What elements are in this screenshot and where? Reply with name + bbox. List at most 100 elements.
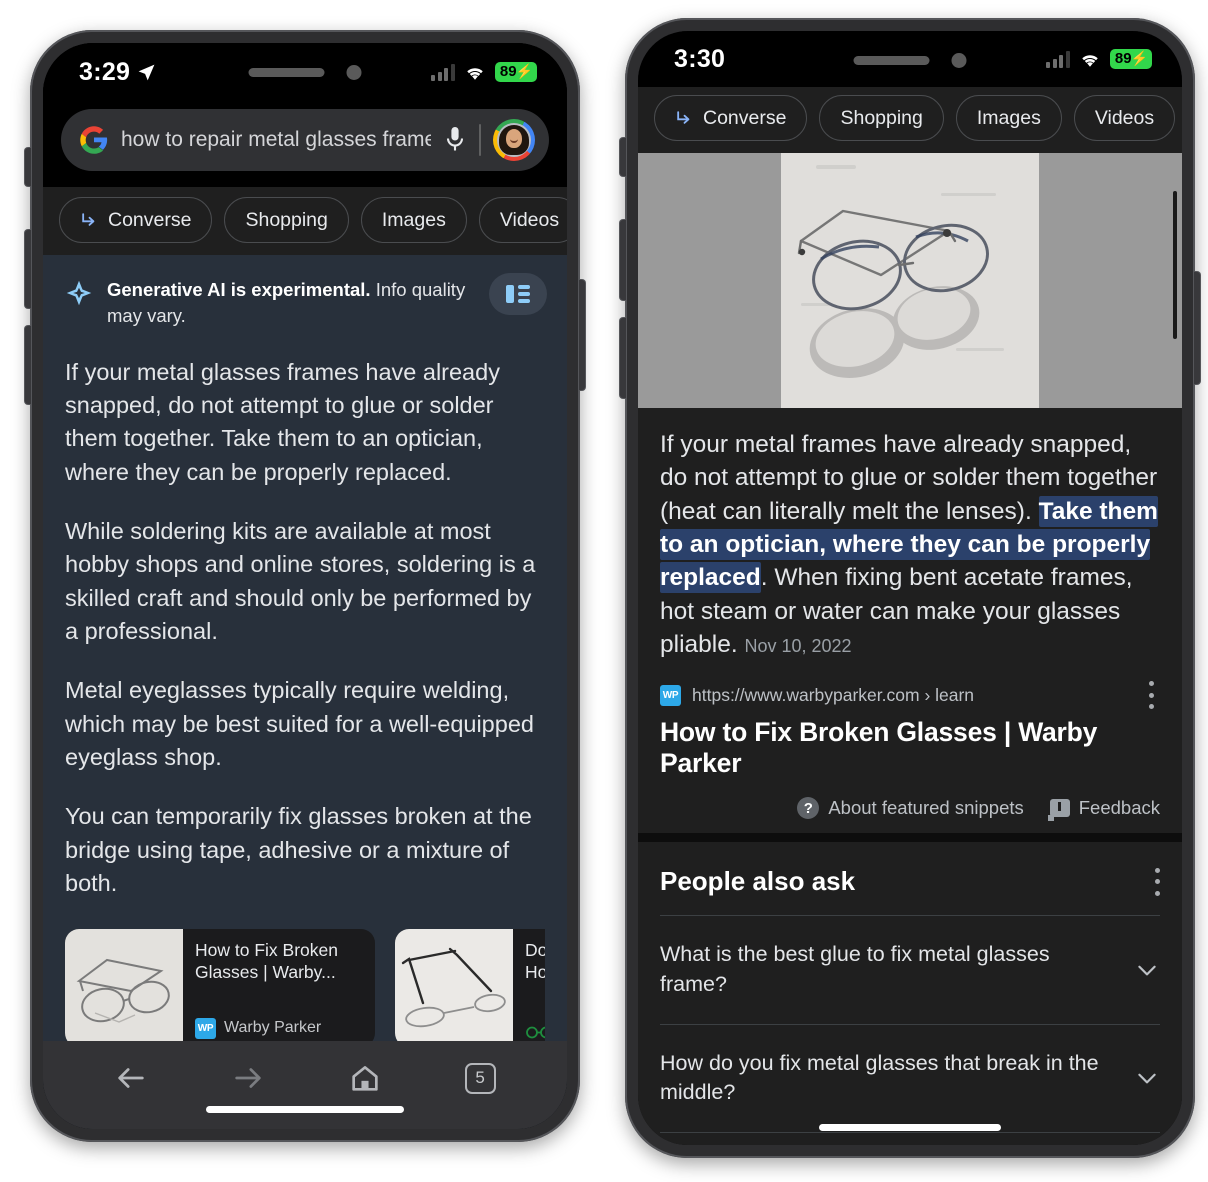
cellular-bars-icon	[431, 63, 455, 81]
paa-header: People also ask	[660, 842, 1160, 915]
chevron-down-icon[interactable]	[1134, 957, 1160, 983]
feedback-flag-icon	[1047, 799, 1070, 822]
source-card-title: Do Ho	[525, 939, 545, 983]
paa-question-row[interactable]: How do you fix metal glasses that break …	[660, 1023, 1160, 1132]
about-featured-snippets-link[interactable]: ? About featured snippets	[797, 797, 1024, 820]
silent-switch[interactable]	[620, 138, 626, 176]
wifi-icon	[1082, 54, 1098, 67]
chip-videos[interactable]: Videos	[478, 197, 567, 243]
source-card-thumbnail	[395, 928, 513, 1047]
home-indicator	[206, 1106, 404, 1113]
power-button[interactable]	[1194, 272, 1200, 384]
feedback-link[interactable]: Feedback	[1047, 797, 1160, 822]
microphone-icon[interactable]	[443, 125, 467, 155]
avatar[interactable]	[493, 119, 535, 161]
left-screen: 3:29 89 ⚡ how to repair metal glasses fr…	[43, 43, 567, 1129]
avatar-photo	[497, 123, 531, 157]
charging-bolt-icon: ⚡	[515, 63, 533, 80]
chip-label: Converse	[703, 106, 787, 129]
source-card-name: Warby Parker	[224, 1019, 322, 1037]
browser-bottom-bar: 5	[43, 1041, 567, 1129]
search-bar[interactable]: how to repair metal glasses frames	[61, 109, 549, 171]
ai-sparkle-icon	[66, 280, 92, 306]
power-button[interactable]	[579, 280, 585, 390]
chip-converse[interactable]: Converse	[654, 95, 808, 141]
silent-switch[interactable]	[25, 148, 31, 186]
screenshot-stage: 3:29 89 ⚡ how to repair metal glasses fr…	[0, 0, 1208, 1182]
result-title[interactable]: How to Fix Broken Glasses | Warby Parker	[660, 717, 1160, 779]
cellular-bars-icon	[1046, 50, 1070, 68]
snippet-meta-row: ? About featured snippets Feedback	[660, 797, 1160, 825]
ai-disclaimer-bold: Generative AI is experimental.	[107, 279, 371, 300]
layout-toggle-icon[interactable]	[489, 273, 547, 315]
status-time: 3:30	[674, 44, 726, 73]
volume-down-button[interactable]	[25, 326, 31, 404]
chevron-down-icon[interactable]	[1134, 1065, 1160, 1091]
chip-converse[interactable]: Converse	[59, 197, 213, 243]
wire-glasses-photo	[65, 928, 183, 1047]
chip-label: Images	[381, 208, 446, 231]
chip-videos[interactable]: Videos	[1073, 95, 1176, 141]
source-url: https://www.warbyparker.com › learn	[692, 684, 975, 705]
section-divider	[638, 833, 1182, 843]
chip-label: Shopping	[245, 208, 328, 231]
chip-shopping[interactable]: Shopping	[224, 197, 349, 243]
chip-images[interactable]: Images	[360, 197, 467, 243]
volume-down-button[interactable]	[620, 318, 626, 398]
forward-arrow-icon[interactable]	[231, 1061, 265, 1095]
snippet-date: Nov 10, 2022	[744, 635, 852, 656]
source-card-body: How to Fix Broken Glasses | Warby... WP …	[183, 929, 375, 1047]
ai-overview-panel: Generative AI is experimental. Info qual…	[43, 255, 567, 1129]
battery-indicator: 89 ⚡	[1109, 48, 1152, 70]
volume-up-button[interactable]	[25, 230, 31, 308]
battery-percent: 89	[1114, 49, 1132, 67]
paa-question-row[interactable]: What is the best glue to fix metal glass…	[660, 915, 1160, 1023]
chip-label: Images	[976, 106, 1041, 129]
phone-right: 3:30 89 ⚡ Converse Shopping Images Video…	[620, 18, 1200, 1158]
search-query-text[interactable]: how to repair metal glasses frames	[121, 128, 431, 152]
source-card[interactable]: How to Fix Broken Glasses | Warby... WP …	[65, 928, 375, 1047]
google-g-icon	[80, 126, 108, 154]
snippet-text: If your metal frames have already snappe…	[660, 428, 1160, 661]
ai-disclaimer: Generative AI is experimental. Info qual…	[65, 277, 545, 330]
source-card[interactable]: Do Ho	[395, 928, 545, 1047]
chip-shopping[interactable]: Shopping	[819, 95, 944, 141]
dynamic-island	[222, 53, 388, 91]
status-time: 3:29	[79, 57, 131, 86]
charging-bolt-icon: ⚡	[1130, 50, 1148, 67]
warby-parker-favicon: WP	[660, 684, 681, 706]
about-featured-snippets-label: About featured snippets	[828, 797, 1024, 819]
back-arrow-icon[interactable]	[114, 1061, 148, 1095]
chip-label: Videos	[499, 208, 560, 231]
tab-count-button[interactable]: 5	[464, 1062, 496, 1094]
paa-question-row[interactable]: Can you fix a metal arm glasses?	[660, 1131, 1160, 1145]
earpiece-speaker	[853, 55, 930, 65]
rimless-glasses-photo	[395, 928, 513, 1047]
right-screen: 3:30 89 ⚡ Converse Shopping Images Video…	[638, 31, 1182, 1145]
converse-arrow-icon	[82, 212, 95, 226]
left-filter-chips: Converse Shopping Images Videos Withou	[43, 187, 567, 255]
ai-paragraph-4: You can temporarily fix glasses broken a…	[65, 803, 532, 897]
phone-left: 3:29 89 ⚡ how to repair metal glasses fr…	[25, 30, 585, 1142]
ai-paragraph-3: Metal eyeglasses typically require weldi…	[65, 677, 534, 771]
home-icon[interactable]	[348, 1061, 382, 1095]
phone-right-screen-bezel: 3:30 89 ⚡ Converse Shopping Images Video…	[638, 31, 1182, 1145]
more-options-icon[interactable]	[1154, 867, 1160, 896]
source-url-line[interactable]: WP https://www.warbyparker.com › learn	[660, 681, 1160, 710]
right-filter-chips: Converse Shopping Images Videos Withou	[638, 87, 1182, 153]
source-card-thumbnail	[65, 928, 183, 1047]
ai-paragraph-2: While soldering kits are available at mo…	[65, 517, 536, 645]
search-divider	[479, 124, 481, 156]
converse-arrow-icon	[677, 110, 690, 124]
paa-title: People also ask	[660, 866, 856, 897]
page-scrollbar[interactable]	[1173, 191, 1177, 339]
ai-paragraph-1: If your metal glasses frames have alread…	[65, 358, 500, 485]
featured-snippet-image[interactable]	[638, 153, 1182, 408]
help-circle-icon: ?	[797, 797, 820, 820]
volume-up-button[interactable]	[620, 220, 626, 300]
status-indicators: 89 ⚡	[1046, 48, 1152, 70]
chip-images[interactable]: Images	[955, 95, 1062, 141]
chip-label: Converse	[108, 208, 192, 231]
more-options-icon[interactable]	[1148, 681, 1154, 710]
earpiece-speaker	[248, 67, 325, 77]
